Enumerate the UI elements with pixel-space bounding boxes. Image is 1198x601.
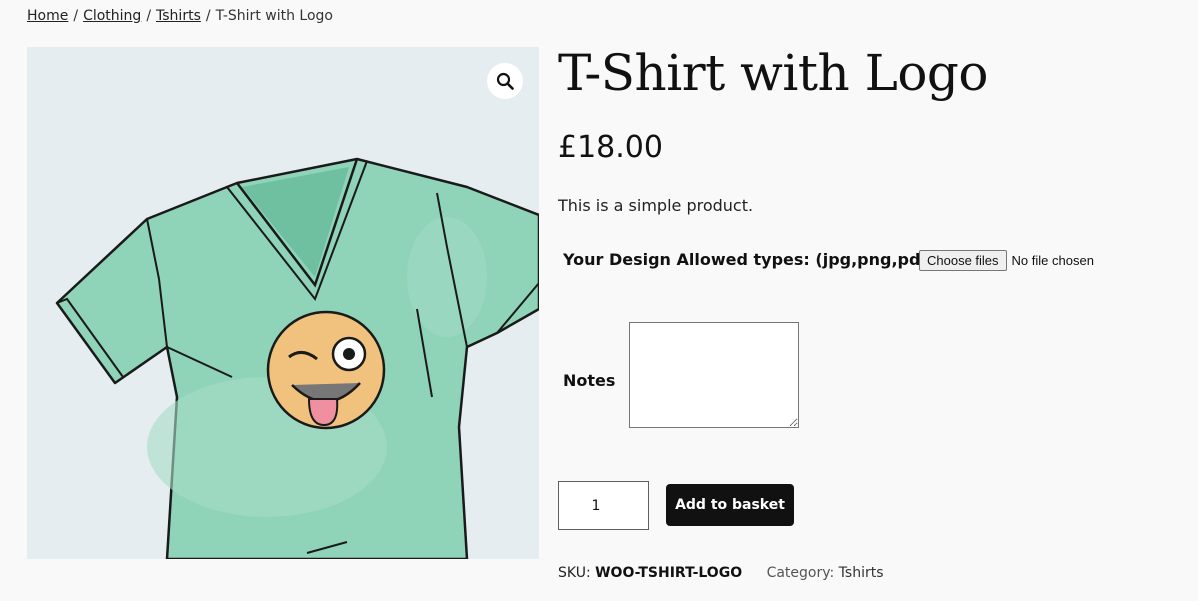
product-price: £18.00: [558, 130, 663, 165]
notes-textarea[interactable]: [629, 322, 799, 428]
add-to-basket-button[interactable]: Add to basket: [666, 484, 794, 526]
breadcrumb-home-link[interactable]: Home: [27, 8, 68, 24]
product-short-description: This is a simple product.: [558, 196, 754, 215]
product-gallery[interactable]: [27, 47, 539, 559]
product-meta: SKU: WOO-TSHIRT-LOGO Category: Tshirts: [558, 565, 884, 581]
zoom-button[interactable]: [487, 63, 523, 99]
product-image[interactable]: [27, 47, 539, 559]
choose-files-button[interactable]: Choose files: [919, 250, 1007, 271]
breadcrumb-separator: /: [146, 8, 152, 24]
notes-label: Notes: [563, 371, 616, 390]
category-label: Category:: [766, 565, 835, 581]
magnifier-icon: [496, 72, 514, 90]
breadcrumb-separator: /: [205, 8, 211, 24]
sku-label: SKU:: [558, 565, 591, 581]
product-title: T-Shirt with Logo: [558, 44, 989, 102]
file-status-text: No file chosen: [1011, 253, 1094, 268]
design-file-input[interactable]: Choose files No file chosen: [919, 250, 1094, 271]
breadcrumb-clothing-link[interactable]: Clothing: [83, 8, 141, 24]
breadcrumb: Home / Clothing / Tshirts / T-Shirt with Logo: [27, 8, 333, 24]
breadcrumb-current: T-Shirt with Logo: [215, 8, 333, 24]
sku-value: WOO-TSHIRT-LOGO: [595, 565, 743, 581]
quantity-input[interactable]: [558, 481, 649, 530]
design-upload-label: Your Design Allowed types: (jpg,png,pdf): [563, 250, 935, 269]
breadcrumb-tshirts-link[interactable]: Tshirts: [156, 8, 201, 24]
breadcrumb-separator: /: [73, 8, 79, 24]
category-link[interactable]: Tshirts: [839, 565, 884, 581]
category-group: Category: Tshirts: [767, 565, 884, 581]
